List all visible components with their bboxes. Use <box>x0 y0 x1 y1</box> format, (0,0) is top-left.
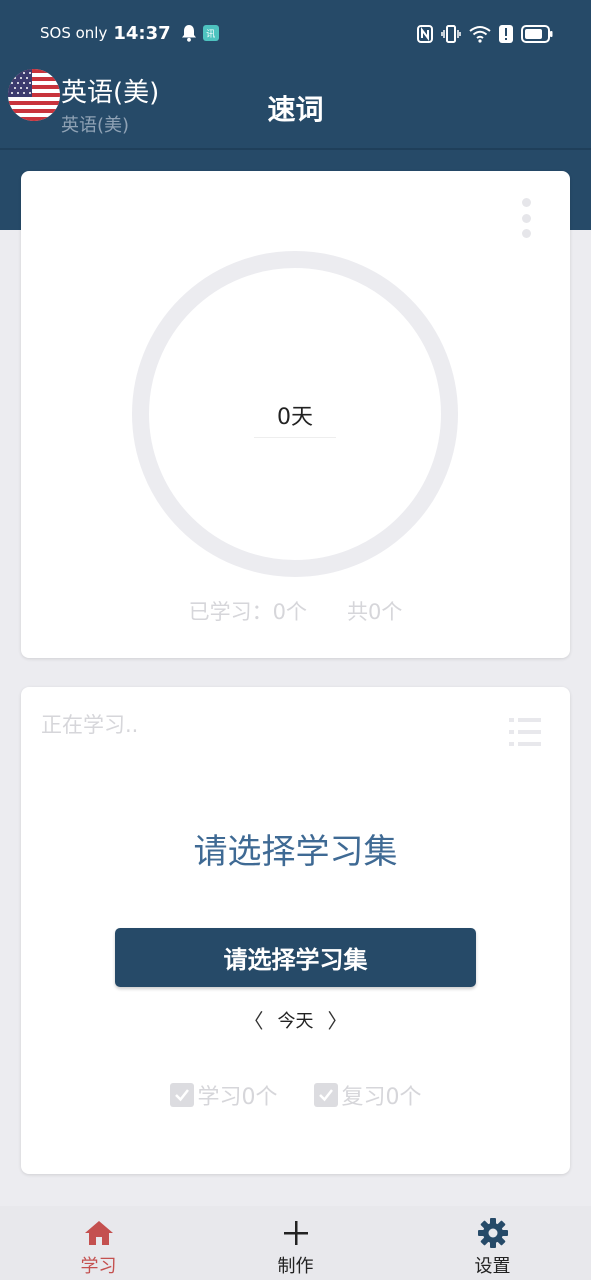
date-next-icon[interactable]: 〉 <box>328 1005 348 1034</box>
select-study-set-button[interactable]: 请选择学习集 <box>115 928 476 987</box>
vibrate-icon <box>441 24 461 44</box>
select-set-prompt: 请选择学习集 <box>193 832 398 872</box>
stats-row: 已学习：0个 共0个 <box>21 596 570 626</box>
study-count: 学习0个 <box>197 1085 278 1110</box>
nfc-icon <box>417 25 433 43</box>
review-count-toggle[interactable]: 复习0个 <box>313 1079 422 1111</box>
date-nav: 〈 今天 〉 <box>21 1005 570 1034</box>
clock-time: 14:37 <box>113 22 171 44</box>
nav-label-create: 制作 <box>277 1256 314 1277</box>
nav-label-study: 学习 <box>80 1256 117 1277</box>
bottom-nav: 学习 制作 设置 <box>0 1206 591 1280</box>
more-vert-icon[interactable] <box>520 198 532 238</box>
study-count-toggle[interactable]: 学习0个 <box>169 1079 278 1111</box>
checkbox-icon[interactable] <box>313 1083 338 1107</box>
status-bar-right <box>417 22 553 46</box>
study-card: 正在学习.. 请选择学习集 请选择学习集 〈 今天 〉 学习0个 复习0个 <box>21 687 570 1174</box>
progress-card: 0天 已学习：0个 共0个 <box>21 171 570 658</box>
app-notification-icon: 讯 <box>202 25 219 41</box>
wifi-icon <box>469 25 491 43</box>
days-count: 0天 <box>254 399 336 438</box>
bell-icon <box>181 24 197 42</box>
review-count: 复习0个 <box>341 1085 422 1110</box>
total-count: 共0个 <box>347 600 403 624</box>
gear-icon <box>477 1218 509 1248</box>
nav-label-settings: 设置 <box>474 1256 511 1277</box>
header-divider <box>0 148 591 150</box>
plus-icon <box>280 1218 312 1248</box>
status-bar-left: SOS only 14:37 讯 <box>40 20 219 46</box>
home-icon <box>83 1218 115 1248</box>
app-title: 速词 <box>267 93 324 126</box>
nav-item-settings[interactable]: 设置 <box>394 1206 591 1280</box>
studying-status: 正在学习.. <box>41 713 139 737</box>
nav-item-study[interactable]: 学习 <box>0 1206 197 1280</box>
list-icon[interactable] <box>507 714 543 750</box>
learned-count: 已学习：0个 <box>188 600 307 624</box>
nav-item-create[interactable]: 制作 <box>197 1206 394 1280</box>
battery-icon <box>521 25 553 43</box>
date-prev-icon[interactable]: 〈 <box>244 1005 264 1034</box>
counts-row: 学习0个 复习0个 <box>21 1079 570 1111</box>
alert-icon <box>499 25 513 43</box>
status-bar: SOS only 14:37 讯 <box>0 0 591 66</box>
date-label: 今天 <box>277 1010 314 1032</box>
checkbox-icon[interactable] <box>169 1083 194 1107</box>
carrier-text: SOS only <box>40 24 108 42</box>
